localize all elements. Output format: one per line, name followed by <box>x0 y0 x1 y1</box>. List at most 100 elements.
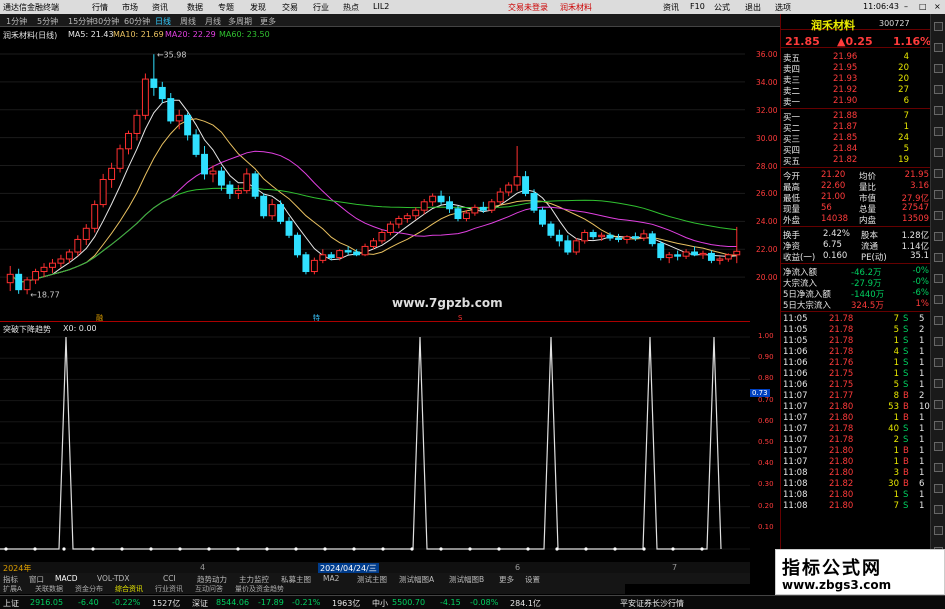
ask-volume: 27 <box>898 85 909 95</box>
period-15min[interactable]: 15分钟 <box>68 16 94 27</box>
indicator-chart[interactable] <box>0 333 750 563</box>
tool-icon[interactable] <box>934 253 943 262</box>
tool-icon[interactable] <box>934 337 943 346</box>
candle <box>488 201 496 211</box>
tool-icon[interactable] <box>934 274 943 283</box>
menu-item[interactable]: 发现 <box>250 2 266 13</box>
bid-volume: 24 <box>898 133 909 143</box>
tool-icon[interactable] <box>934 358 943 367</box>
tool-icon[interactable] <box>934 85 943 94</box>
candle <box>631 236 639 239</box>
extension-tab[interactable]: 资金分布 <box>75 584 103 594</box>
extension-tab[interactable]: 量价及资金趋势 <box>235 584 284 594</box>
period-1min[interactable]: 1分钟 <box>6 16 27 27</box>
period-more[interactable]: 更多 <box>260 16 276 27</box>
candle <box>530 192 538 211</box>
tool-icon[interactable] <box>934 421 943 430</box>
tool-icon[interactable] <box>934 400 943 409</box>
menu-item[interactable]: F10 <box>690 2 705 11</box>
stock-tab[interactable]: 润禾材料 <box>560 2 592 13</box>
extension-tab[interactable]: 扩展A <box>3 584 22 594</box>
menu-item[interactable]: 公式 <box>714 2 730 13</box>
signal-dot <box>700 547 704 551</box>
close-icon[interactable]: × <box>934 2 941 11</box>
candle <box>74 238 82 253</box>
period-month[interactable]: 月线 <box>205 16 221 27</box>
candle <box>158 86 166 100</box>
candle <box>192 134 200 155</box>
candle <box>437 195 445 203</box>
divider <box>781 311 931 312</box>
period-5min[interactable]: 5分钟 <box>37 16 58 27</box>
indicator-tab[interactable]: MA2 <box>323 574 339 583</box>
extension-tab[interactable]: 关联数据 <box>35 584 63 594</box>
signal-dot <box>265 547 269 551</box>
indicator-tab[interactable]: MACD <box>55 574 77 583</box>
candlestick-chart[interactable]: ←35.98 ←18.77 融 特 S <box>0 41 780 321</box>
tick-row: 11:07 21.78 40 S 1 <box>781 424 931 435</box>
menu-item[interactable]: 选项 <box>775 2 791 13</box>
menu-item[interactable]: 数据 <box>187 2 203 13</box>
menu-item[interactable]: 行业 <box>313 2 329 13</box>
tick-count: 1 <box>919 336 925 346</box>
tool-icon[interactable] <box>934 22 943 31</box>
extension-tab[interactable]: 综合资讯 <box>115 584 143 594</box>
tick-volume: 1 <box>893 446 899 456</box>
tool-icon[interactable] <box>934 316 943 325</box>
ask-price: 21.95 <box>833 63 858 73</box>
tool-icon[interactable] <box>934 463 943 472</box>
tool-icon[interactable] <box>934 484 943 493</box>
tick-side: S <box>903 336 909 346</box>
tick-price: 21.77 <box>829 391 854 401</box>
zx-pct: -0.08% <box>470 598 499 607</box>
tick-count: 1 <box>919 457 925 467</box>
tool-icon[interactable] <box>934 442 943 451</box>
period-week[interactable]: 周线 <box>180 16 196 27</box>
tool-icon[interactable] <box>934 505 943 514</box>
bid-price: 21.87 <box>833 122 858 132</box>
menu-item[interactable]: 退出 <box>745 2 761 13</box>
zx-amount: 284.1亿 <box>510 599 541 608</box>
tool-icon[interactable] <box>934 295 943 304</box>
maximize-icon[interactable]: □ <box>919 2 927 11</box>
tool-icon[interactable] <box>934 232 943 241</box>
tool-icon[interactable] <box>934 211 943 220</box>
tool-icon[interactable] <box>934 148 943 157</box>
trade-login[interactable]: 交易未登录 <box>508 2 548 13</box>
menu-item[interactable]: 资讯 <box>152 2 168 13</box>
tool-icon[interactable] <box>934 169 943 178</box>
bid-row: 买五 21.82 19 <box>781 155 931 167</box>
tick-time: 11:06 <box>783 380 808 390</box>
candle <box>513 176 521 186</box>
menu-item[interactable]: 市场 <box>122 2 138 13</box>
minimize-icon[interactable]: – <box>904 2 908 11</box>
tool-icon[interactable] <box>934 127 943 136</box>
tool-icon[interactable] <box>934 526 943 535</box>
extension-tab[interactable]: 互动问答 <box>195 584 223 594</box>
tool-icon[interactable] <box>934 43 943 52</box>
tool-icon[interactable] <box>934 190 943 199</box>
menu-item[interactable]: 热点 <box>343 2 359 13</box>
tick-count: 5 <box>919 314 925 324</box>
tool-icon[interactable] <box>934 379 943 388</box>
candle <box>268 204 276 217</box>
indicator-tick: 0.20 <box>758 501 774 510</box>
menu-item[interactable]: 行情 <box>92 2 108 13</box>
tick-volume: 5 <box>893 325 899 335</box>
menu-item[interactable]: 资讯 <box>663 2 679 13</box>
period-day[interactable]: 日线 <box>155 16 171 27</box>
tool-icon[interactable] <box>934 106 943 115</box>
menu-item[interactable]: 专题 <box>218 2 234 13</box>
period-multi[interactable]: 多周期 <box>228 16 252 27</box>
stock-name: 润禾材料 <box>811 19 855 32</box>
sh-change: -6.40 <box>78 598 99 607</box>
menu-item[interactable]: 交易 <box>282 2 298 13</box>
tick-row: 11:08 21.80 7 S 1 <box>781 501 931 512</box>
period-30min[interactable]: 30分钟 <box>93 16 119 27</box>
period-60min[interactable]: 60分钟 <box>124 16 150 27</box>
indicator-tab[interactable]: VOL-TDX <box>97 574 129 583</box>
extension-tab[interactable]: 行业资讯 <box>155 584 183 594</box>
ma20-line <box>9 150 737 283</box>
tool-icon[interactable] <box>934 64 943 73</box>
indicator-tab[interactable]: CCI <box>163 574 176 583</box>
